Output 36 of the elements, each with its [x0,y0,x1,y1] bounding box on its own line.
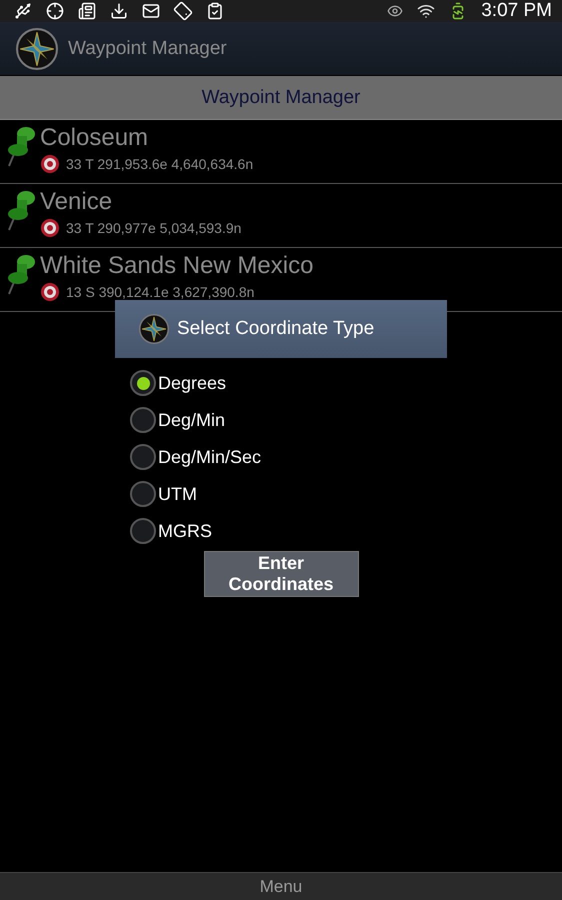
clock-time: 3:07 PM [481,0,552,22]
compass-logo-icon [139,314,169,344]
target-icon [40,154,60,174]
dialog-title: Select Coordinate Type [177,318,374,340]
eye-icon [387,3,404,19]
radio-button[interactable] [130,370,156,396]
mail-icon [142,2,160,20]
clipboard-check-icon [206,2,224,20]
menu-label[interactable]: Menu [260,876,302,896]
waypoint-name[interactable]: White Sands New Mexico [40,252,314,280]
target-icon [40,282,60,302]
radio-button[interactable] [130,444,156,470]
newspaper-icon [78,2,96,20]
header-title: Waypoint Manager [202,86,360,108]
radio-button[interactable] [130,407,156,433]
waypoint-coordinates: 33 T 290,977e 5,034,593.9n [66,220,242,236]
menu-bar[interactable]: Menu [0,872,562,900]
enter-coordinates-button[interactable]: Enter Coordinates [204,551,358,597]
waypoint-coordinates: 13 S 390,124.1e 3,627,390.8n [66,284,254,300]
radio-label[interactable]: Degrees [158,372,226,394]
radio-label[interactable]: Deg/Min [158,410,226,430]
radio-label[interactable]: UTM [158,484,197,504]
download-icon [110,2,128,20]
waypoint-coordinates: 33 T 291,953.6e 4,640,634.6n [66,156,254,172]
wifi-icon [417,2,436,20]
app-title: Waypoint Manager [68,38,227,60]
target-icon [40,218,60,238]
radio-button[interactable] [130,481,156,507]
gps-icon [46,2,64,20]
compass-logo-icon [16,28,58,70]
waypoint-name[interactable]: Coloseum [40,124,254,152]
waypoint-name[interactable]: Venice [40,188,242,216]
usb-icon [14,2,32,20]
radio-label[interactable]: Deg/Min/Sec [158,446,262,468]
radio-label[interactable]: MGRS [158,520,212,542]
radio-button[interactable] [130,518,156,544]
